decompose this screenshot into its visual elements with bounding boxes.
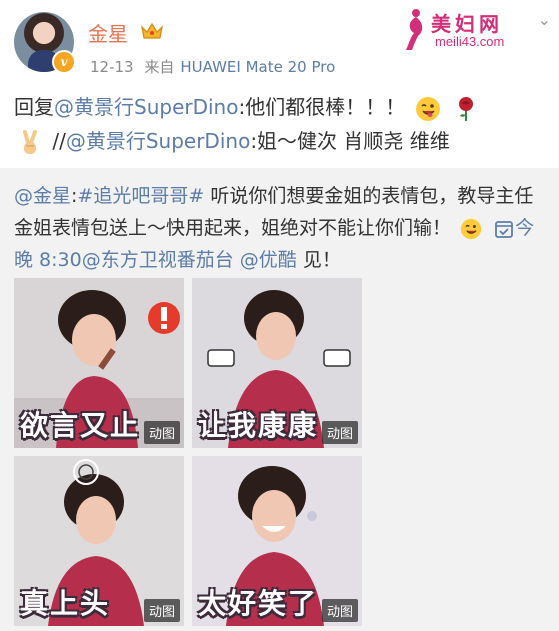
- reply-body-2: :姐～健次 肖顺尧 维维: [250, 129, 450, 153]
- repost-author-mention[interactable]: @金星: [14, 185, 71, 207]
- mention-link-2[interactable]: @黄景行SuperDino: [66, 129, 250, 153]
- sticker-caption-2: 让我康康: [198, 409, 319, 442]
- gif-badge-2: 动图: [321, 421, 358, 444]
- watermark-title: 美妇网: [431, 12, 503, 36]
- verified-badge-icon: v: [52, 50, 76, 74]
- platform-mention[interactable]: @优酷: [240, 249, 297, 271]
- gif-badge-1: 动图: [143, 421, 180, 444]
- post-meta: 12-13 来自 HUAWEI Mate 20 Pro: [90, 56, 341, 77]
- chevron-down-icon[interactable]: ⌄: [538, 10, 551, 29]
- hashtag-link[interactable]: #追光吧哥哥#: [77, 185, 204, 207]
- repost-block[interactable]: @金星:#追光吧哥哥# 听说你们想要金姐的表情包，教导主任金姐表情包送上～快用起…: [0, 168, 559, 631]
- watermark-url: meili43.com: [435, 34, 505, 49]
- gif-badge-4: 动图: [321, 599, 358, 622]
- wink-emoji-icon: [460, 218, 482, 239]
- sticker-image-3[interactable]: 真上头 动图: [14, 456, 184, 626]
- reply-text: 回复@黄景行SuperDino:他们都很棒！！！ //@黄景行SuperDino…: [14, 90, 544, 158]
- victory-hand-emoji-icon: [23, 129, 37, 154]
- reply-prefix: 回复: [14, 95, 54, 119]
- avatar[interactable]: v: [14, 12, 76, 74]
- repost-text: @金星:#追光吧哥哥# 听说你们想要金姐的表情包，教导主任金姐表情包送上～快用起…: [14, 185, 535, 271]
- gif-badge-3: 动图: [143, 599, 180, 622]
- repost-closing: 见！: [302, 249, 341, 271]
- mention-link[interactable]: @黄景行SuperDino: [54, 95, 238, 119]
- sticker-image-4[interactable]: 太好笑了 动图: [192, 456, 362, 626]
- channel-mention[interactable]: @东方卫视番茄台: [82, 249, 234, 271]
- source-device[interactable]: HUAWEI Mate 20 Pro: [180, 58, 335, 76]
- post-timestamp: 12-13: [90, 58, 134, 76]
- weibo-post: v 金星 12-13 来自 HUAWEI Mate 20 Pro 美妇网 meil…: [0, 0, 559, 631]
- sticker-caption-3: 真上头: [20, 587, 111, 620]
- crown-icon[interactable]: [140, 21, 164, 41]
- source-prefix: 来自: [144, 58, 175, 76]
- sticker-image-2[interactable]: 让我康康 动图: [192, 278, 362, 448]
- watermark: 美妇网 meili43.com ⌄: [399, 8, 551, 52]
- sticker-image-1[interactable]: 欲言又止 动图: [14, 278, 184, 448]
- watermark-figure-icon: [406, 9, 423, 50]
- rose-emoji-icon: [458, 96, 473, 121]
- author-name[interactable]: 金星: [88, 18, 128, 47]
- sticker-caption-4: 太好笑了: [198, 587, 319, 620]
- sticker-caption-1: 欲言又止: [20, 409, 141, 442]
- calendar-check-icon: [495, 220, 514, 238]
- wink-emoji-icon: [415, 96, 440, 121]
- reply-separator: //: [52, 129, 66, 153]
- reply-body: :他们都很棒！！！: [238, 95, 406, 119]
